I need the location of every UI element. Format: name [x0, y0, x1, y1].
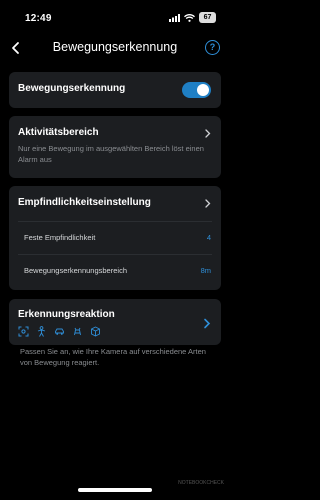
- divider: [18, 254, 212, 255]
- detection-response-note: Passen Sie an, wie Ihre Kamera auf versc…: [20, 347, 206, 367]
- motion-detection-label: Bewegungserkennung: [18, 83, 126, 94]
- detection-response-card[interactable]: Erkennungsreaktion: [9, 299, 221, 345]
- chevron-right-icon: [205, 129, 211, 138]
- fixed-sensitivity-value[interactable]: 4: [207, 233, 211, 242]
- watermark: NOTEBOOKCHECK: [178, 480, 224, 486]
- motion-detection-toggle[interactable]: [182, 82, 211, 98]
- activity-area-title: Aktivitätsbereich: [18, 127, 99, 138]
- motion-frame-icon: [18, 326, 29, 337]
- status-icons: 67: [169, 12, 216, 23]
- status-bar: 12:49 67: [0, 0, 230, 30]
- fixed-sensitivity-label[interactable]: Feste Empfindlichkeit: [24, 233, 95, 242]
- help-icon[interactable]: ?: [205, 40, 220, 55]
- detection-range-value[interactable]: 8m: [201, 266, 211, 275]
- page-title: Bewegungserkennung: [52, 40, 178, 54]
- sensitivity-title[interactable]: Empfindlichkeitseinstellung: [18, 197, 151, 208]
- chevron-right-icon[interactable]: [203, 318, 211, 329]
- activity-area-description: Nur eine Bewegung im ausgewählten Bereic…: [18, 144, 204, 164]
- detection-type-icons: [18, 326, 101, 337]
- home-indicator[interactable]: [78, 488, 152, 492]
- battery-indicator: 67: [199, 12, 216, 23]
- package-icon: [91, 326, 100, 337]
- wifi-icon: [184, 13, 195, 22]
- nav-header: Bewegungserkennung ?: [0, 36, 230, 60]
- person-icon: [37, 326, 46, 337]
- car-icon: [55, 328, 64, 335]
- chevron-right-icon[interactable]: [204, 199, 211, 208]
- detection-response-title: Erkennungsreaktion: [18, 309, 115, 320]
- activity-area-card[interactable]: Aktivitätsbereich Nur eine Bewegung im a…: [9, 116, 221, 178]
- detection-range-label[interactable]: Bewegungserkennungsbereich: [24, 266, 127, 275]
- pet-icon: [74, 327, 81, 336]
- toggle-knob: [197, 84, 209, 96]
- divider: [18, 221, 212, 222]
- motion-detection-card: Bewegungserkennung: [9, 72, 221, 108]
- status-time: 12:49: [25, 13, 52, 24]
- sensitivity-card: Empfindlichkeitseinstellung Feste Empfin…: [9, 186, 221, 290]
- signal-icon: [169, 13, 180, 22]
